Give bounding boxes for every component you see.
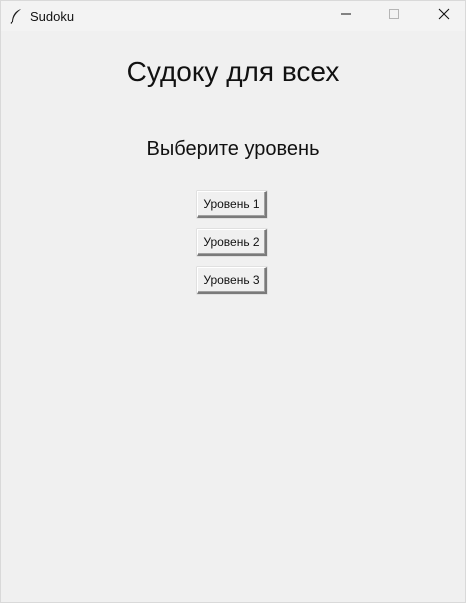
- feather-icon: [8, 8, 24, 24]
- close-icon: [438, 7, 450, 25]
- window-title: Sudoku: [30, 8, 75, 24]
- level-prompt: Выберите уровень: [146, 138, 320, 160]
- close-button[interactable]: [421, 1, 466, 31]
- maximize-button[interactable]: [371, 1, 417, 31]
- main-content: Судоку для всех Выберите уровень Уровень…: [1, 31, 465, 603]
- level-2-button[interactable]: Уровень 2: [197, 229, 267, 256]
- minimize-icon: [340, 7, 352, 25]
- level-1-button[interactable]: Уровень 1: [197, 191, 267, 218]
- title-bar[interactable]: Sudoku: [1, 1, 465, 31]
- page-title: Судоку для всех: [126, 56, 340, 87]
- app-window: Sudoku Судоку для всех Выберите уровень …: [0, 0, 466, 603]
- level-3-button[interactable]: Уровень 3: [197, 267, 267, 294]
- maximize-icon: [388, 7, 400, 25]
- minimize-button[interactable]: [323, 1, 369, 31]
